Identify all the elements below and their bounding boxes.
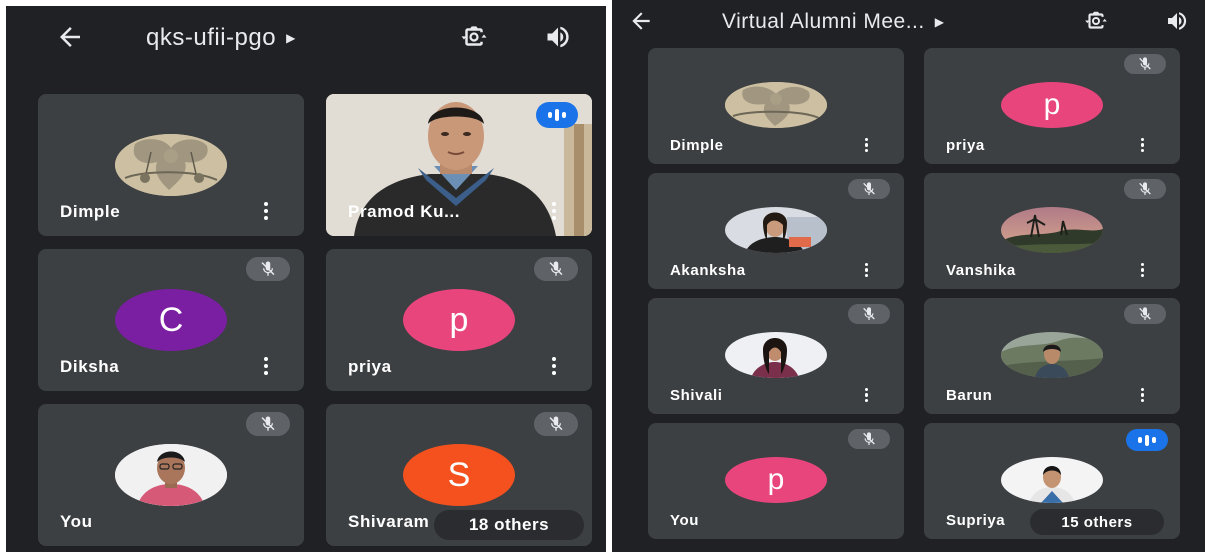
caret-right-icon: ▶ xyxy=(934,15,944,29)
participant-name: Barun xyxy=(946,387,993,404)
more-vert-icon[interactable] xyxy=(1140,137,1144,152)
mic-off-icon xyxy=(534,257,578,281)
participant-name: Shivaram xyxy=(348,512,430,531)
participant-name: Shivali xyxy=(670,387,723,404)
avatar-initial: p xyxy=(403,289,515,351)
participant-tile[interactable]: S Shivaram 18 others xyxy=(326,404,592,546)
more-vert-icon[interactable] xyxy=(264,357,268,375)
top-bar: qks-ufii-pgo ▶ xyxy=(6,6,606,70)
speaking-indicator-icon xyxy=(1126,429,1168,451)
mic-off-icon xyxy=(1124,179,1166,199)
participant-name: Akanksha xyxy=(670,262,746,279)
meeting-title: qks-ufii-pgo xyxy=(146,24,277,51)
more-vert-icon[interactable] xyxy=(1140,387,1144,402)
speaker-icon[interactable] xyxy=(1160,8,1194,34)
participant-tile[interactable]: Akanksha xyxy=(648,173,904,289)
avatar xyxy=(725,207,827,253)
meeting-title-button[interactable]: qks-ufii-pgo ▶ xyxy=(146,24,295,52)
participant-name: Diksha xyxy=(60,357,120,376)
mic-off-icon xyxy=(848,179,890,199)
avatar xyxy=(1001,207,1103,253)
mic-off-icon xyxy=(848,429,890,449)
flip-camera-icon[interactable] xyxy=(1078,8,1114,34)
caret-right-icon: ▶ xyxy=(286,31,296,45)
mic-off-icon xyxy=(848,304,890,324)
participant-tile[interactable]: Dimple xyxy=(38,94,304,236)
others-count-button[interactable]: 15 others xyxy=(1030,509,1164,535)
participant-tile[interactable]: Shivali xyxy=(648,298,904,414)
mic-off-icon xyxy=(246,412,290,436)
meeting-screen-right: Virtual Alumni Mee... ▶ Dimple p priya A… xyxy=(612,0,1205,552)
participant-name: Vanshika xyxy=(946,262,1016,279)
participant-name: Dimple xyxy=(60,202,121,221)
mic-off-icon xyxy=(1124,54,1166,74)
more-vert-icon[interactable] xyxy=(1140,262,1144,277)
mic-off-icon xyxy=(246,257,290,281)
back-arrow-icon[interactable] xyxy=(624,8,658,34)
mic-off-icon xyxy=(534,412,578,436)
avatar xyxy=(115,134,227,196)
more-vert-icon[interactable] xyxy=(552,357,556,375)
avatar xyxy=(725,332,827,378)
others-count-button[interactable]: 18 others xyxy=(434,510,584,540)
meeting-screen-left: qks-ufii-pgo ▶ Dimple Pramod Ku... C Dik… xyxy=(6,6,606,552)
more-vert-icon[interactable] xyxy=(864,262,868,277)
more-vert-icon[interactable] xyxy=(864,137,868,152)
flip-camera-icon[interactable] xyxy=(454,22,494,52)
avatar xyxy=(1001,457,1103,503)
speaker-icon[interactable] xyxy=(538,22,578,52)
more-vert-icon[interactable] xyxy=(552,202,556,220)
participant-name: You xyxy=(60,512,93,531)
avatar-initial: p xyxy=(725,457,827,503)
participant-tile-self[interactable]: p You xyxy=(648,423,904,539)
participant-tile[interactable]: Vanshika xyxy=(924,173,1180,289)
participant-tile[interactable]: p priya xyxy=(924,48,1180,164)
participant-name: priya xyxy=(348,357,392,376)
participant-tile[interactable]: C Diksha xyxy=(38,249,304,391)
participant-tile[interactable]: Dimple xyxy=(648,48,904,164)
participant-name: Dimple xyxy=(670,137,724,154)
more-vert-icon[interactable] xyxy=(264,202,268,220)
participant-tile[interactable]: p priya xyxy=(326,249,592,391)
avatar-initial: S xyxy=(403,444,515,506)
avatar xyxy=(1001,332,1103,378)
participant-name: priya xyxy=(946,137,985,154)
meeting-title-button[interactable]: Virtual Alumni Mee... ▶ xyxy=(722,10,944,34)
back-arrow-icon[interactable] xyxy=(50,22,90,52)
avatar-initial: C xyxy=(115,289,227,351)
more-vert-icon[interactable] xyxy=(864,387,868,402)
avatar xyxy=(725,82,827,128)
mic-off-icon xyxy=(1124,304,1166,324)
top-bar: Virtual Alumni Mee... ▶ xyxy=(612,0,1205,44)
meeting-title: Virtual Alumni Mee... xyxy=(722,10,925,33)
participant-tile-video[interactable]: Pramod Ku... xyxy=(326,94,592,236)
participant-tile[interactable]: Supriya 15 others xyxy=(924,423,1180,539)
participant-tile-self[interactable]: You xyxy=(38,404,304,546)
speaking-indicator-icon xyxy=(536,102,578,128)
participant-name: Pramod Ku... xyxy=(348,202,461,221)
participant-name: Supriya xyxy=(946,512,1006,529)
avatar xyxy=(115,444,227,506)
participant-name: You xyxy=(670,512,700,529)
avatar-initial: p xyxy=(1001,82,1103,128)
participant-tile[interactable]: Barun xyxy=(924,298,1180,414)
